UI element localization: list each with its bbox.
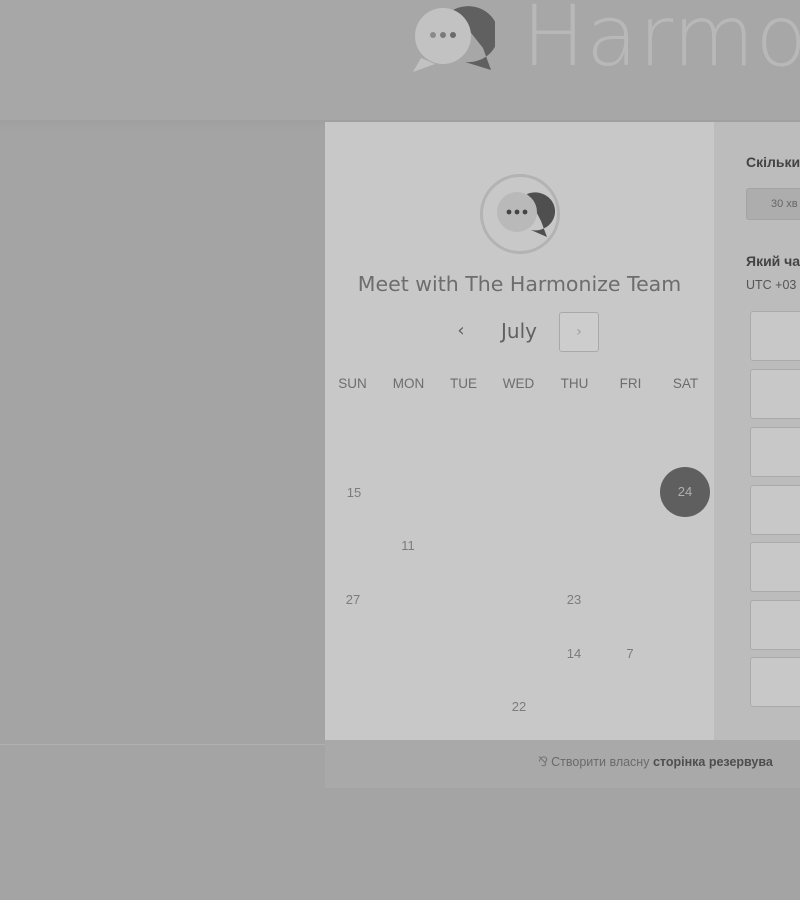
meeting-title: Meet with The Harmonize Team <box>357 272 682 296</box>
month-navigation: ‹ July › <box>325 310 714 354</box>
calendar-panel: Meet with The Harmonize Team ‹ July › SU… <box>325 122 714 740</box>
avatar <box>480 174 560 254</box>
prev-month-button[interactable]: ‹ <box>449 318 473 344</box>
day-27[interactable]: 27 <box>328 590 378 610</box>
weekday-tue: TUE <box>450 376 477 391</box>
sprocket-icon: ⅋ <box>538 754 549 769</box>
brand-name: Harmo <box>522 0 800 85</box>
day-15[interactable]: 15 <box>329 483 379 503</box>
page-header: Harmo <box>0 0 800 120</box>
weekday-sat: SAT <box>672 376 699 391</box>
weekday-header: SUN MON TUE WED THU FRI SAT <box>325 376 714 396</box>
duration-option-button[interactable]: 30 хв <box>746 188 800 220</box>
weekday-mon: MON <box>392 376 425 391</box>
booking-panel: Скільки 30 хв Який ча UTC +03 <box>714 122 800 740</box>
footer-text-bold: сторінка резервува <box>652 755 773 769</box>
time-slot-button[interactable] <box>750 427 800 477</box>
day-24-selected[interactable]: 24 <box>660 467 710 517</box>
footer-text: Створити власну <box>551 755 650 769</box>
timezone-selector[interactable]: UTC +03 <box>746 278 796 292</box>
day-11[interactable]: 11 <box>383 536 433 556</box>
month-label: July <box>501 319 537 343</box>
time-slot-button[interactable] <box>750 542 800 592</box>
weekday-fri: FRI <box>619 376 642 391</box>
time-slot-button[interactable] <box>750 485 800 535</box>
time-slot-button[interactable] <box>750 369 800 419</box>
time-slot-button[interactable] <box>750 311 800 361</box>
next-month-button[interactable]: › <box>559 312 599 352</box>
weekday-sun: SUN <box>338 376 367 391</box>
day-22[interactable]: 22 <box>494 697 544 717</box>
weekday-thu: THU <box>560 376 589 391</box>
day-14[interactable]: 14 <box>549 644 599 664</box>
day-23[interactable]: 23 <box>549 590 599 610</box>
time-slot-button[interactable] <box>750 600 800 650</box>
time-heading: Який ча <box>746 253 800 269</box>
day-7[interactable]: 7 <box>605 644 655 664</box>
create-booking-page-link[interactable]: ⅋ Створити власну сторінка резервува <box>538 754 773 770</box>
brand-logo-icon <box>405 0 499 76</box>
duration-heading: Скільки <box>746 154 800 170</box>
time-slot-button[interactable] <box>750 657 800 707</box>
weekday-wed: WED <box>502 376 535 391</box>
